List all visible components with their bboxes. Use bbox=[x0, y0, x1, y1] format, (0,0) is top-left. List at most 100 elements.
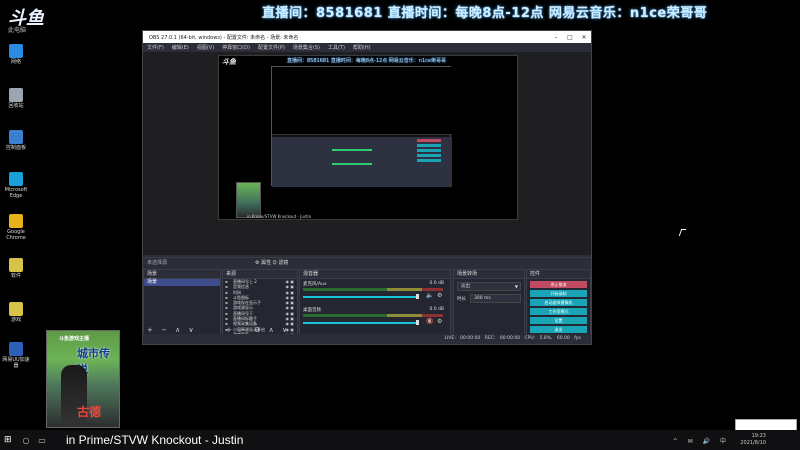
no-source-selected: 未选择源 bbox=[147, 260, 168, 266]
obs-preview[interactable]: 斗鱼 直播间：8581681 直播时间：每晚8点-12点 网易云音乐：n1ce荣… bbox=[143, 52, 591, 255]
studio-mode-button[interactable]: 工作室模式 bbox=[530, 308, 587, 315]
duration-label: 时长 bbox=[457, 296, 466, 302]
volume-meter bbox=[303, 288, 443, 291]
obs-window: OBS 27.0.1 (64-bit, windows) - 配置文件: 未命名… bbox=[142, 30, 592, 345]
mixer-title: 混音器 bbox=[300, 270, 450, 279]
menu-tools[interactable]: 工具(T) bbox=[328, 44, 345, 51]
menu-profile[interactable]: 配置文件(P) bbox=[258, 44, 285, 51]
obs-menubar: 文件(F) 编辑(E) 视图(V) 停靠窗口(D) 配置文件(P) 场景集合(S… bbox=[143, 43, 591, 52]
mixer-channel-name: 麦克风/Aux bbox=[303, 282, 327, 287]
clock[interactable]: 19:23 2021/8/10 bbox=[740, 433, 766, 447]
menu-dock[interactable]: 停靠窗口(D) bbox=[222, 44, 250, 51]
gear-icon[interactable]: ⚙ bbox=[437, 318, 442, 325]
controls-title: 控件 bbox=[527, 270, 590, 279]
desktop-icon[interactable]: Google Chrome bbox=[2, 214, 30, 241]
menu-file[interactable]: 文件(F) bbox=[147, 44, 164, 51]
windows-start-icon[interactable]: ⊞ bbox=[4, 435, 18, 445]
obs-title: OBS 27.0.1 (64-bit, windows) - 配置文件: 未命名… bbox=[149, 34, 299, 41]
clock-time: 19:23 bbox=[751, 433, 766, 439]
volume-slider-knob[interactable] bbox=[416, 294, 419, 299]
desktop-icon-label: 控制面板 bbox=[5, 145, 26, 151]
desktop-icon-label: 游戏 bbox=[10, 317, 21, 323]
scenes-panel: 场景 场景 + − ∧ ∨ bbox=[143, 269, 221, 335]
menu-edit[interactable]: 编辑(E) bbox=[172, 44, 189, 51]
menu-scene-collection[interactable]: 场景集合(S) bbox=[293, 44, 320, 51]
scenes-footer-buttons[interactable]: + − ∧ ∨ bbox=[144, 326, 220, 334]
mini-webcam-thumbnail bbox=[236, 182, 261, 218]
desktop-icon-label: 网易UU加速器 bbox=[2, 357, 30, 369]
desktop-icon[interactable]: 控制面板 bbox=[2, 130, 30, 151]
nested-control-button bbox=[417, 154, 441, 157]
nested-window bbox=[272, 67, 452, 135]
obs-statusbar: LIVE: 00:00:00 REC: 00:00:00 CPU: 5.8%, … bbox=[143, 334, 591, 344]
sources-panel: 来源 直播间号上 2◉ ▣音频信息◉ ▣时间◉ ▣斗鱼图标◉ ▣游戏存在显示子◉… bbox=[222, 269, 298, 338]
start-recording-button[interactable]: 开始录制 bbox=[530, 290, 587, 297]
desktop-icon[interactable]: 软件 bbox=[2, 258, 30, 279]
desktop-app-icon bbox=[9, 130, 23, 144]
desktop-icon[interactable]: 回收站 bbox=[2, 88, 30, 109]
speaker-muted-icon[interactable]: 🔇 bbox=[426, 318, 433, 325]
properties-filters-buttons[interactable]: ⚙ 属性 ⛭ 滤镜 bbox=[255, 258, 288, 268]
controls-panel: 控件 停止推流 开始录制 启动虚拟摄像机 工作室模式 设置 退出 bbox=[526, 269, 591, 335]
duration-input[interactable]: 300 ms bbox=[470, 294, 521, 303]
chevron-down-icon: ▼ bbox=[514, 284, 518, 289]
nested-preview bbox=[271, 66, 452, 187]
mixer-channel-name: 桌面音频 bbox=[303, 308, 321, 313]
desktop-icon[interactable]: 网络 bbox=[2, 44, 30, 65]
desktop-app-icon bbox=[9, 258, 23, 272]
overlay-top-text: 斗鱼游戏主播 bbox=[59, 336, 90, 342]
stream-banner: 直播间：8581681 直播时间：每晚8点-12点 网易云音乐：n1ce荣哥哥 bbox=[262, 6, 708, 21]
nested-control-button bbox=[417, 149, 441, 152]
nested-meter bbox=[332, 149, 372, 151]
gear-icon[interactable]: ⚙ bbox=[437, 292, 442, 299]
desktop-icon[interactable]: 网易UU加速器 bbox=[2, 342, 30, 369]
volume-slider[interactable] bbox=[303, 296, 418, 298]
desktop-icon-label: 回收站 bbox=[8, 103, 24, 109]
menu-help[interactable]: 帮助(H) bbox=[353, 44, 371, 51]
nested-stop-button bbox=[417, 139, 441, 142]
minimize-icon[interactable]: – bbox=[549, 34, 563, 41]
duration-row: 时长 300 ms bbox=[457, 294, 521, 303]
desktop-app-icon bbox=[9, 302, 23, 316]
mouse-cursor-icon bbox=[678, 229, 687, 236]
scene-item[interactable]: 场景 bbox=[144, 279, 220, 286]
overlay-name: 古德 bbox=[77, 405, 102, 419]
volume-slider-knob[interactable] bbox=[416, 320, 419, 325]
transition-select[interactable]: 淡出 ▼ bbox=[457, 282, 521, 291]
this-pc-label: 此电脑 bbox=[8, 27, 27, 34]
desktop-app-icon bbox=[9, 214, 23, 228]
nested-control-button bbox=[417, 159, 441, 162]
mini-douyu-logo: 斗鱼 bbox=[222, 58, 236, 66]
virtual-camera-button[interactable]: 启动虚拟摄像机 bbox=[530, 299, 587, 306]
system-tray-icons[interactable]: ^ ✉ 🔊 中 bbox=[673, 436, 730, 445]
desktop-icon[interactable]: Microsoft Edge bbox=[2, 172, 30, 199]
mixer-channel-db: 0.0 dB bbox=[429, 281, 444, 286]
desktop-icon-label: Microsoft Edge bbox=[4, 187, 28, 199]
desktop-icon[interactable]: 游戏 bbox=[2, 302, 30, 323]
scenes-title: 场景 bbox=[144, 270, 220, 279]
maximize-icon[interactable]: □ bbox=[563, 34, 577, 41]
search-icon[interactable]: ○ bbox=[18, 436, 34, 445]
volume-meter bbox=[303, 314, 443, 317]
task-view-icon[interactable]: ▭ bbox=[34, 436, 50, 445]
stop-streaming-button[interactable]: 停止推流 bbox=[530, 281, 587, 288]
mixer-channel: 麦克风/Aux 0.0 dB 🔈 ⚙ bbox=[300, 279, 450, 305]
desktop-icon-label: Google Chrome bbox=[6, 229, 26, 241]
mixer-panel: 混音器 麦克风/Aux 0.0 dB 🔈 ⚙ 桌面音频 0.0 dB 🔇 ⚙ bbox=[299, 269, 451, 335]
source-item-label: 游戏源显示 bbox=[233, 305, 253, 311]
desktop-icon-label: 软件 bbox=[10, 273, 21, 279]
volume-slider[interactable] bbox=[303, 322, 418, 324]
close-icon[interactable]: ✕ bbox=[577, 34, 591, 41]
desktop-app-icon bbox=[9, 172, 23, 186]
sources-footer-buttons[interactable]: + − ⚙ ∧ ∨ bbox=[223, 326, 297, 334]
mixer-channel: 桌面音频 0.0 dB 🔇 ⚙ bbox=[300, 305, 450, 331]
menu-view[interactable]: 视图(V) bbox=[197, 44, 214, 51]
speaker-icon[interactable]: 🔈 bbox=[426, 292, 433, 299]
source-item-label: 音频信息 bbox=[233, 284, 249, 290]
settings-button[interactable]: 设置 bbox=[530, 317, 587, 324]
obs-titlebar: OBS 27.0.1 (64-bit, windows) - 配置文件: 未命名… bbox=[143, 31, 591, 43]
exit-button[interactable]: 退出 bbox=[530, 326, 587, 333]
transition-type: 淡出 bbox=[461, 284, 470, 289]
duration-value: 300 ms bbox=[474, 296, 491, 301]
desktop-app-icon bbox=[9, 342, 23, 356]
